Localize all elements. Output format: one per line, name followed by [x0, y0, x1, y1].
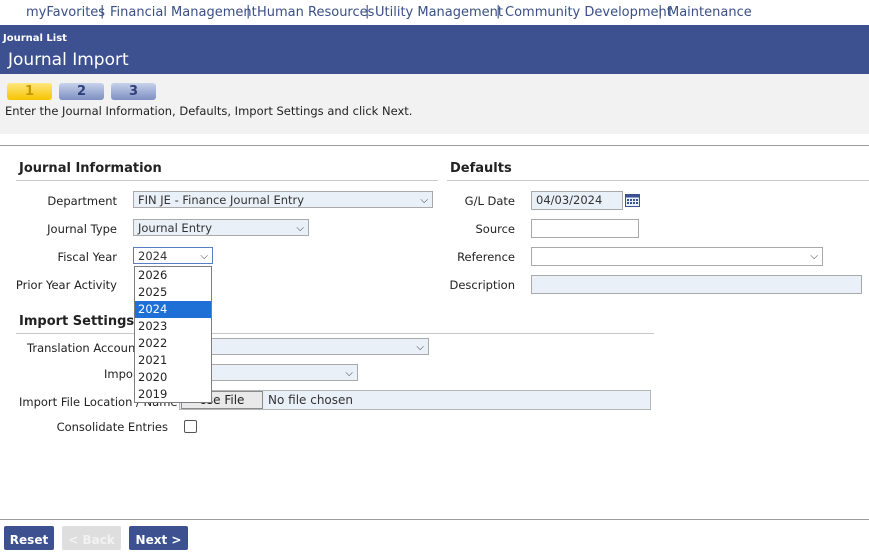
top-nav: myFavorites | Financial Management | Hum… — [0, 0, 869, 25]
journal-type-value: Journal Entry — [138, 221, 213, 235]
calendar-icon[interactable] — [625, 193, 640, 207]
journal-type-select[interactable]: Journal Entry ⌵ — [133, 219, 309, 236]
chevron-down-icon: ⌵ — [810, 251, 818, 262]
journal-information-title: Journal Information — [19, 161, 162, 176]
page-title: Journal Import — [8, 50, 129, 70]
gl-date-input[interactable]: 04/03/2024 — [531, 191, 623, 210]
nav-separator: | — [246, 4, 251, 19]
section-divider — [447, 180, 869, 181]
fiscal-year-option[interactable]: 2019 — [135, 386, 211, 403]
file-status: No file chosen — [268, 393, 354, 407]
divider — [0, 519, 869, 520]
wizard-instructions: Enter the Journal Information, Defaults,… — [5, 104, 413, 118]
nav-item-myfavorites[interactable]: myFavorites — [26, 5, 105, 20]
consolidate-entries-label: Consolidate Entries — [56, 420, 168, 434]
page-header — [0, 25, 869, 74]
fiscal-year-option[interactable]: 2020 — [135, 369, 211, 386]
reset-button[interactable]: Reset — [4, 526, 54, 550]
fiscal-year-option[interactable]: 2023 — [135, 318, 211, 335]
divider — [0, 145, 869, 146]
chevron-down-icon: ⌵ — [296, 223, 304, 234]
department-value: FIN JE - Finance Journal Entry — [138, 193, 305, 207]
consolidate-entries-checkbox[interactable] — [184, 420, 197, 433]
nav-item-human-resources[interactable]: Human Resources — [257, 5, 374, 20]
gl-date-label: G/L Date — [464, 194, 515, 208]
nav-item-maintenance[interactable]: Maintenance — [668, 5, 752, 20]
description-input[interactable] — [531, 275, 862, 294]
chevron-down-icon: ⌵ — [416, 342, 424, 353]
chevron-down-icon: ⌵ — [200, 251, 208, 262]
fiscal-year-select[interactable]: 2024 ⌵ — [133, 247, 213, 264]
defaults-title: Defaults — [450, 161, 512, 176]
fiscal-year-option[interactable]: 2022 — [135, 335, 211, 352]
nav-separator: | — [365, 4, 370, 19]
nav-separator: | — [658, 4, 663, 19]
section-divider — [16, 333, 654, 334]
fiscal-year-value: 2024 — [138, 249, 168, 263]
translation-account-label: Translation Account — [27, 341, 140, 355]
department-label: Department — [47, 194, 117, 208]
section-divider — [16, 180, 438, 181]
reference-select[interactable]: ⌵ — [531, 247, 823, 266]
fiscal-year-label: Fiscal Year — [57, 250, 117, 264]
nav-item-community-development[interactable]: Community Development — [505, 5, 672, 20]
source-label: Source — [475, 222, 516, 236]
fiscal-year-option[interactable]: 2021 — [135, 352, 211, 369]
import-type-label: Impor — [104, 367, 138, 381]
next-button[interactable]: Next > — [129, 526, 188, 550]
fiscal-year-option[interactable]: 2026 — [135, 267, 211, 284]
nav-separator: | — [100, 4, 105, 19]
prior-year-activity-label: Prior Year Activity — [15, 278, 117, 292]
wizard-step-1[interactable]: 1 — [7, 83, 52, 100]
wizard-step-2[interactable]: 2 — [59, 83, 104, 100]
fiscal-year-dropdown: 2026 2025 2024 2023 2022 2021 2020 2019 — [134, 266, 212, 403]
import-settings-title: Import Settings — [19, 314, 135, 329]
description-label: Description — [449, 278, 516, 292]
department-select[interactable]: FIN JE - Finance Journal Entry ⌵ — [133, 191, 433, 208]
nav-separator: | — [496, 4, 501, 19]
fiscal-year-option-selected[interactable]: 2024 — [135, 301, 211, 318]
reference-label: Reference — [457, 250, 515, 264]
source-input[interactable] — [531, 219, 639, 238]
fiscal-year-option[interactable]: 2025 — [135, 284, 211, 301]
chevron-down-icon: ⌵ — [345, 368, 353, 379]
translation-account-select[interactable]: ⌵ — [179, 338, 429, 355]
journal-type-label: Journal Type — [47, 222, 117, 236]
nav-item-utility-management[interactable]: Utility Management — [375, 5, 503, 20]
chevron-down-icon: ⌵ — [420, 195, 428, 206]
nav-item-financial-management[interactable]: Financial Management — [110, 5, 257, 20]
back-button[interactable]: < Back — [62, 526, 121, 550]
breadcrumb[interactable]: Journal List — [3, 33, 67, 44]
wizard-step-3[interactable]: 3 — [111, 83, 156, 100]
